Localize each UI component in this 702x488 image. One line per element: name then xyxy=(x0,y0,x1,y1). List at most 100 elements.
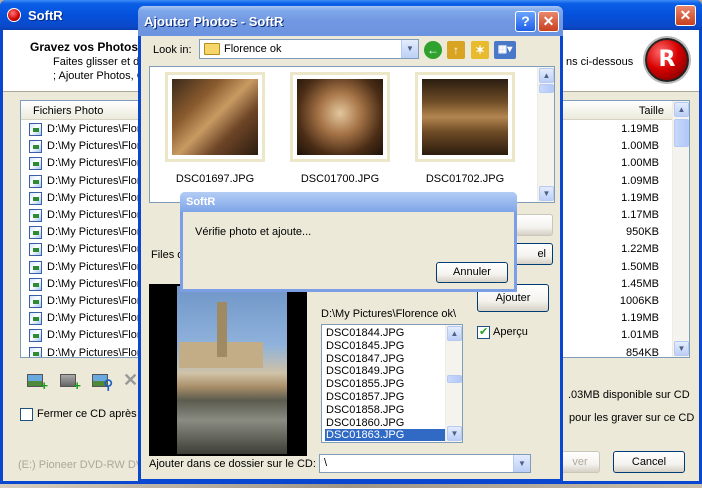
thumbnail-view[interactable]: DSC01697.JPG DSC01700.JPG DSC01702.JPG ▲… xyxy=(149,66,555,203)
image-file-icon xyxy=(29,209,42,222)
thumbnail-1[interactable] xyxy=(165,72,265,162)
chevron-down-icon[interactable]: ▼ xyxy=(401,40,418,58)
row-path: D:\My Pictures\Flor xyxy=(47,174,141,187)
image-file-icon xyxy=(29,243,42,257)
thumbnail-scrollbar[interactable]: ▲ ▼ xyxy=(537,67,554,202)
row-path: D:\My Pictures\Flor xyxy=(47,140,141,153)
thumb-scroll-down-icon[interactable]: ▼ xyxy=(539,186,554,201)
progress-title: SoftR xyxy=(186,196,216,208)
list-scrollbar[interactable]: ▲ ▼ xyxy=(672,101,689,357)
image-file-icon xyxy=(29,277,42,291)
image-file-icon xyxy=(29,191,42,205)
add-photo-icon[interactable]: + xyxy=(26,372,48,393)
row-size: 1.09MB xyxy=(621,174,659,187)
dialog-title: Ajouter Photos - SoftR xyxy=(144,14,284,29)
folder-icon xyxy=(204,43,220,55)
add-from-camera-icon[interactable]: + xyxy=(59,372,81,393)
preview-checkbox[interactable] xyxy=(477,325,490,339)
up-folder-icon[interactable]: ↑ xyxy=(447,41,465,59)
view-menu-icon[interactable]: ▦▾ xyxy=(494,41,516,59)
progress-popup: SoftR Vérifie photo et ajoute... Annuler xyxy=(180,192,517,292)
row-path: D:\My Pictures\Flor xyxy=(47,243,141,256)
row-size: 1.00MB xyxy=(621,140,659,153)
row-size: 1006KB xyxy=(619,295,659,307)
preview-pane xyxy=(149,284,307,456)
app-icon xyxy=(7,8,21,22)
close-cd-checkbox[interactable] xyxy=(20,408,33,421)
row-size: 950KB xyxy=(625,226,659,239)
image-file-icon xyxy=(29,123,42,136)
row-path: D:\My Pictures\Flor xyxy=(47,191,141,204)
preview-image xyxy=(177,286,287,454)
annuler-button[interactable]: Annuler xyxy=(436,262,508,283)
image-file-icon xyxy=(29,174,42,188)
row-path: D:\My Pictures\Flor xyxy=(47,226,141,239)
remove-icon[interactable]: ✕ xyxy=(123,370,138,391)
scroll-down-icon[interactable]: ▼ xyxy=(674,341,689,356)
image-file-icon xyxy=(29,226,42,240)
look-in-combo[interactable]: Florence ok ▼ xyxy=(199,39,419,59)
row-size: 1.45MB xyxy=(621,277,659,290)
image-file-icon xyxy=(29,312,42,326)
destination-combo[interactable]: \ ▼ xyxy=(319,454,531,473)
thumbnail-2-label: DSC01700.JPG xyxy=(300,173,380,185)
image-file-icon xyxy=(29,346,42,357)
scroll-thumb[interactable] xyxy=(674,119,689,147)
new-folder-icon[interactable]: ✶ xyxy=(471,41,489,59)
image-file-icon xyxy=(29,295,42,308)
cancel-button[interactable]: Cancel xyxy=(613,451,685,473)
header-heading: Gravez vos Photos xyxy=(30,40,139,54)
files-of-type-label: Files o xyxy=(151,249,184,261)
list-item[interactable]: DSC01857.JPG xyxy=(325,391,445,403)
list-item[interactable]: DSC01844.JPG xyxy=(325,327,445,339)
files-scroll-up-icon[interactable]: ▲ xyxy=(447,326,462,341)
current-path: D:\My Pictures\Florence ok\ xyxy=(321,308,457,320)
softr-logo: R xyxy=(645,38,689,82)
scroll-up-icon[interactable]: ▲ xyxy=(674,102,689,117)
row-path: D:\My Pictures\Flor xyxy=(47,277,141,290)
destination-chevron-icon[interactable]: ▼ xyxy=(513,455,530,472)
list-item[interactable]: DSC01847.JPG xyxy=(325,353,445,365)
thumb-scroll-up-icon[interactable]: ▲ xyxy=(539,68,554,83)
row-size: 1.19MB xyxy=(621,191,659,204)
row-size: 1.17MB xyxy=(621,209,659,221)
look-in-label: Look in: xyxy=(153,44,192,56)
help-icon[interactable]: ? xyxy=(515,11,536,32)
row-size: 1.19MB xyxy=(621,312,659,325)
header-instruction-2: ; Ajouter Photos, C xyxy=(53,70,145,82)
list-item[interactable]: DSC01863.JPG xyxy=(325,429,445,442)
files-scroll-down-icon[interactable]: ▼ xyxy=(447,426,462,441)
list-item[interactable]: DSC01860.JPG xyxy=(325,417,445,429)
files-scroll-thumb[interactable] xyxy=(447,375,462,383)
row-path: D:\My Pictures\Flor xyxy=(47,209,141,221)
back-icon[interactable]: ← xyxy=(424,41,442,59)
row-size: 1.00MB xyxy=(621,157,659,170)
list-item[interactable]: DSC01855.JPG xyxy=(325,378,445,390)
row-path: D:\My Pictures\Flor xyxy=(47,312,141,325)
image-file-icon xyxy=(29,140,42,154)
find-photos-icon[interactable]: ⚲ xyxy=(91,372,113,392)
thumbnail-2[interactable] xyxy=(290,72,390,162)
image-file-icon xyxy=(29,260,42,274)
list-item[interactable]: DSC01858.JPG xyxy=(325,404,445,416)
row-path: D:\My Pictures\Flor xyxy=(47,123,141,135)
file-list-scrollbar[interactable]: ▲ ▼ xyxy=(445,325,462,442)
column-header-size[interactable]: Taille xyxy=(639,105,664,117)
column-header-files[interactable]: Fichiers Photo xyxy=(33,105,103,117)
preview-checkbox-label: Aperçu xyxy=(493,326,528,338)
progress-title-bar[interactable]: SoftR xyxy=(180,192,517,212)
main-window-title: SoftR xyxy=(28,8,63,23)
list-item[interactable]: DSC01845.JPG xyxy=(325,340,445,352)
row-path: D:\My Pictures\Flor xyxy=(47,157,141,170)
thumbnail-1-label: DSC01697.JPG xyxy=(175,173,255,185)
thumbnail-3-label: DSC01702.JPG xyxy=(425,173,505,185)
list-item[interactable]: DSC01849.JPG xyxy=(325,365,445,377)
row-size: 1.01MB xyxy=(621,329,659,342)
file-list[interactable]: DSC01844.JPG DSC01845.JPG DSC01847.JPG DSC0… xyxy=(321,324,463,443)
thumbnail-3[interactable] xyxy=(415,72,515,162)
close-icon[interactable]: ✕ xyxy=(675,5,696,26)
dialog-title-bar[interactable]: Ajouter Photos - SoftR ? ✕ xyxy=(138,6,563,36)
drive-label: (E:) Pioneer DVD-RW DV xyxy=(18,459,144,471)
thumb-scroll-thumb[interactable] xyxy=(539,84,554,93)
dialog-close-icon[interactable]: ✕ xyxy=(538,11,559,32)
